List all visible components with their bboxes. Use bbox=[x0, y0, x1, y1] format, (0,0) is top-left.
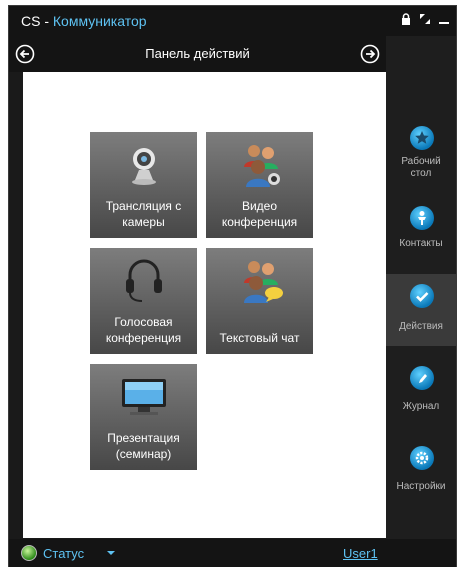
page-title: Панель действий bbox=[145, 46, 250, 61]
chevron-down-icon[interactable] bbox=[107, 551, 115, 555]
sidebar-item-label: Настройки bbox=[396, 481, 446, 492]
sidebar-item-actions[interactable]: Действия bbox=[386, 274, 456, 346]
sidebar-item-label: Журнал bbox=[402, 401, 440, 412]
window-controls bbox=[400, 12, 450, 26]
tile-text-chat[interactable]: Текстовый чат bbox=[206, 248, 313, 354]
headset-icon bbox=[90, 256, 197, 306]
video-group-icon bbox=[206, 140, 313, 190]
action-panel-header: Панель действий bbox=[9, 36, 386, 72]
title-bar: CS - Коммуникатор bbox=[9, 6, 456, 36]
chat-group-icon bbox=[206, 256, 313, 306]
lock-icon[interactable] bbox=[400, 12, 412, 26]
window-title: CS - Коммуникатор bbox=[21, 13, 147, 29]
arrow-right-circle-icon[interactable] bbox=[360, 44, 380, 64]
actions-panel: Трансляция с камеры Видео конференция Го… bbox=[23, 72, 386, 538]
minimize-icon[interactable] bbox=[438, 12, 450, 26]
status-dropdown[interactable]: Статус bbox=[43, 546, 84, 561]
resize-icon[interactable] bbox=[419, 12, 431, 26]
sidebar-item-settings[interactable]: Настройки bbox=[386, 436, 456, 508]
checkmark-icon bbox=[410, 284, 434, 308]
sidebar-item-contacts[interactable]: Контакты bbox=[386, 196, 456, 268]
tile-label: Трансляция с камеры bbox=[105, 199, 182, 229]
monitor-icon bbox=[90, 372, 197, 422]
status-bar: Статус User1 bbox=[9, 539, 456, 567]
tile-label: Презентация (семинар) bbox=[107, 431, 180, 461]
tile-label: Текстовый чат bbox=[219, 331, 300, 345]
sidebar-item-label: Контакты bbox=[399, 238, 443, 249]
user-link[interactable]: User1 bbox=[343, 546, 378, 561]
app-window: CS - Коммуникатор Панель действий Трансл… bbox=[8, 5, 457, 567]
status-indicator-icon[interactable] bbox=[21, 545, 37, 561]
title-app-name: Коммуникатор bbox=[52, 13, 147, 29]
tile-camera-broadcast[interactable]: Трансляция с камеры bbox=[90, 132, 197, 238]
sidebar-item-journal[interactable]: Журнал bbox=[386, 356, 456, 428]
tile-label: Голосовая конференция bbox=[105, 315, 182, 345]
pencil-icon bbox=[410, 366, 434, 390]
tile-video-conference[interactable]: Видео конференция bbox=[206, 132, 313, 238]
sidebar-item-label: Действия bbox=[399, 321, 443, 332]
sidebar-item-label: Рабочий стол bbox=[401, 156, 441, 179]
sidebar: Рабочий стол Контакты Действия Журнал На… bbox=[386, 36, 456, 539]
gear-icon bbox=[410, 446, 434, 470]
person-icon bbox=[410, 206, 434, 230]
title-prefix: CS - bbox=[21, 13, 53, 29]
tile-presentation[interactable]: Презентация (семинар) bbox=[90, 364, 197, 470]
tile-label: Видео конференция bbox=[221, 199, 298, 229]
webcam-icon bbox=[90, 140, 197, 190]
star-icon bbox=[410, 126, 434, 150]
tile-voice-conference[interactable]: Голосовая конференция bbox=[90, 248, 197, 354]
sidebar-item-desktop[interactable]: Рабочий стол bbox=[386, 116, 456, 188]
